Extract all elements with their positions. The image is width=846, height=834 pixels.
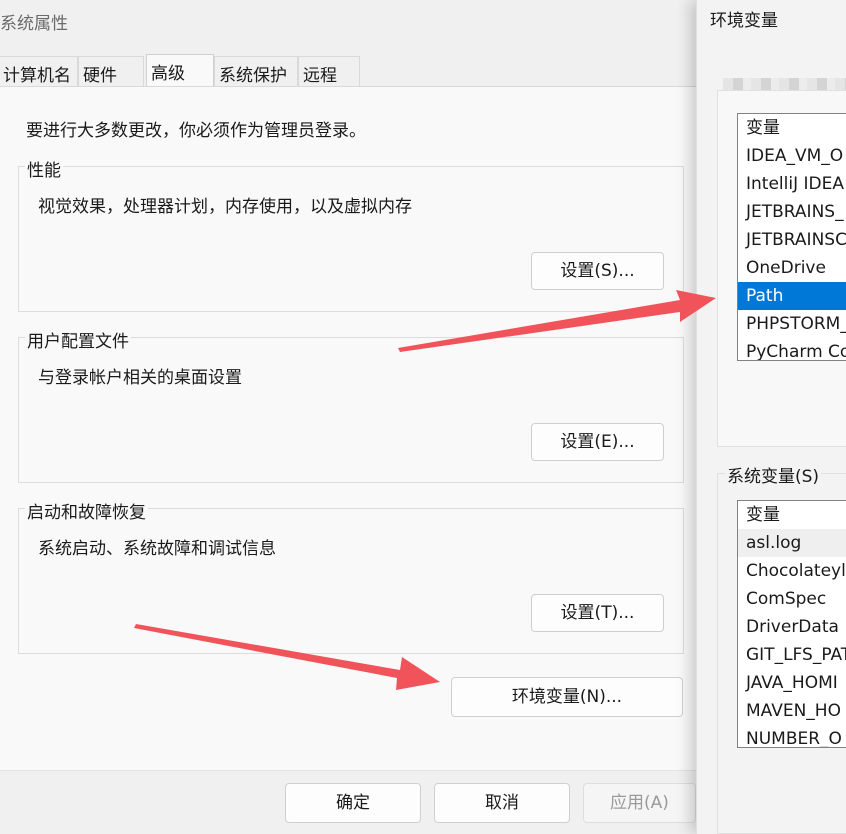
tab-hardware[interactable]: 硬件: [78, 56, 144, 86]
environment-variables-dialog: 环境变量 变量 IDEA_VM_O IntelliJ IDEA JETBRAIN…: [696, 0, 846, 834]
list-item[interactable]: IntelliJ IDEA: [738, 170, 846, 198]
list-item[interactable]: JAVA_HOMI: [738, 669, 846, 697]
tab-advanced[interactable]: 高级: [146, 54, 214, 87]
list-item[interactable]: DriverData: [738, 613, 846, 641]
list-item[interactable]: JETBRAINSC: [738, 226, 846, 254]
tab-strip: 计算机名 硬件 高级 系统保护 远程: [0, 54, 696, 87]
list-item[interactable]: ComSpec: [738, 585, 846, 613]
performance-label: 性能: [25, 156, 63, 181]
user-profiles-group: [18, 337, 684, 483]
performance-description: 视觉效果，处理器计划，内存使用，以及虚拟内存: [38, 197, 412, 217]
admin-notice: 要进行大多数更改，你必须作为管理员登录。: [26, 121, 366, 141]
list-item[interactable]: GIT_LFS_PAT: [738, 641, 846, 669]
list-item[interactable]: IDEA_VM_O: [738, 142, 846, 170]
list-item[interactable]: asl.log: [738, 529, 846, 557]
startup-recovery-description: 系统启动、系统故障和调试信息: [38, 539, 276, 559]
list-item[interactable]: MAVEN_HO: [738, 697, 846, 725]
list-item[interactable]: JETBRAINS_: [738, 198, 846, 226]
cancel-button[interactable]: 取消: [434, 783, 570, 823]
list-item[interactable]: PHPSTORM_: [738, 310, 846, 338]
ok-button[interactable]: 确定: [285, 783, 421, 823]
system-variables-list[interactable]: 变量 asl.log Chocolateyl ComSpec DriverDat…: [737, 500, 846, 748]
system-properties-dialog: 系统属性 计算机名 硬件 高级 系统保护 远程 要进行大多数更改，你必须作为管理…: [0, 0, 696, 834]
list-item-selected[interactable]: Path: [738, 282, 846, 310]
list-item[interactable]: NUMBER_O: [738, 725, 846, 747]
tab-system-protection[interactable]: 系统保护: [214, 56, 298, 86]
dialog-title: 系统属性: [0, 14, 68, 34]
startup-recovery-label: 启动和故障恢复: [25, 498, 148, 523]
performance-group: [18, 166, 684, 312]
system-variables-column-header[interactable]: 变量: [738, 501, 846, 529]
user-profiles-settings-button[interactable]: 设置(E)...: [531, 423, 664, 461]
startup-recovery-group: [18, 508, 684, 654]
user-profiles-label: 用户配置文件: [25, 327, 131, 352]
list-item[interactable]: Chocolateyl: [738, 557, 846, 585]
tab-remote[interactable]: 远程: [298, 56, 360, 86]
user-variables-column-header[interactable]: 变量: [738, 114, 846, 142]
list-item[interactable]: OneDrive: [738, 254, 846, 282]
user-variables-list[interactable]: 变量 IDEA_VM_O IntelliJ IDEA JETBRAINS_ JE…: [737, 113, 846, 361]
performance-settings-button[interactable]: 设置(S)...: [531, 252, 664, 290]
environment-variables-button[interactable]: 环境变量(N)...: [451, 677, 683, 717]
env-dialog-title: 环境变量: [710, 11, 778, 31]
user-profiles-description: 与登录帐户相关的桌面设置: [38, 368, 242, 388]
apply-button[interactable]: 应用(A): [583, 783, 696, 823]
system-variables-label: 系统变量(S): [725, 462, 822, 487]
startup-recovery-settings-button[interactable]: 设置(T)...: [531, 594, 664, 632]
list-item[interactable]: PyCharm Co: [738, 338, 846, 360]
tab-computer-name[interactable]: 计算机名: [0, 56, 78, 86]
